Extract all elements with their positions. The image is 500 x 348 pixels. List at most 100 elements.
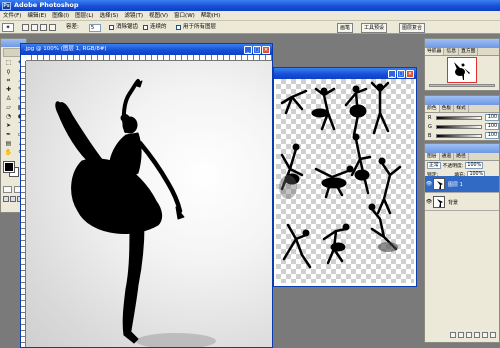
menu-bar: 文件(F) 编辑(E) 图像(I) 图层(L) 选择(S) 滤镜(T) 视图(V) 窗口(W)… [0,11,500,21]
menu-image[interactable]: 图像(I) [49,11,72,21]
menu-select[interactable]: 选择(S) [97,11,122,21]
photoshop-window: Ps Adobe Photoshop 文件(F) 编辑(E) 图像(I) 图层(L) 选… [0,0,500,348]
blend-mode-select[interactable]: 正常 [427,162,441,169]
app-title-bar: Ps Adobe Photoshop [0,0,500,11]
new-selection-icon[interactable] [22,24,29,31]
channel-r-input[interactable]: 100 [485,114,499,121]
antialias-label: 消除锯齿 [116,24,139,30]
document-window-2: _ □ × [273,67,417,287]
menu-filter[interactable]: 滤镜(T) [121,11,146,21]
eye-icon[interactable]: 👁 [425,199,433,205]
document-canvas[interactable] [26,61,272,347]
channel-r-label: R [428,115,432,121]
contiguous-checkbox[interactable] [143,24,148,30]
channel-g-row: G 100 [428,123,499,131]
close-button[interactable]: × [262,45,270,54]
lasso-tool-icon[interactable]: ϙ [3,68,14,76]
layer-buttons [425,332,499,340]
minimize-button[interactable]: _ [244,45,252,54]
standard-mode-icon[interactable] [3,186,12,193]
channel-g-slider[interactable] [436,125,482,129]
link-layers-icon[interactable] [450,332,456,338]
standard-screen-icon[interactable] [3,196,9,202]
notes-tool-icon[interactable]: ▤ [3,140,14,148]
layers-tabs: 图层 通道 路径 [425,153,499,161]
background-layer-thumbnail [433,196,445,208]
maximize-button[interactable]: □ [253,45,261,54]
layer-row-1[interactable]: 👁 图层 1 [425,176,499,193]
full-screen-menu-icon[interactable] [10,196,16,202]
options-bar: ✶ 容差: 5 消除锯齿 连续的 用于所有图层 画笔 工具预设 图层复合 [0,21,500,34]
add-to-selection-icon[interactable] [31,24,38,31]
opacity-input[interactable]: 100% [465,162,484,169]
channel-b-slider[interactable] [436,134,482,138]
layer-1-thumbnail [433,178,445,190]
tab-swatches[interactable]: 色板 [440,105,455,112]
blur-tool-icon[interactable]: ◔ [3,113,14,121]
close-button-2[interactable]: × [406,69,414,78]
transparent-canvas[interactable] [276,79,414,283]
tab-channels[interactable]: 通道 [440,153,455,160]
tab-paths[interactable]: 路径 [454,153,469,160]
healing-brush-icon[interactable]: ✚ [3,86,14,94]
magic-wand-tool-icon[interactable]: ✶ [2,23,14,32]
well-layer-comps[interactable]: 图层复合 [399,22,426,33]
marquee-tool-icon[interactable]: ⬚ [3,59,14,67]
well-brushes[interactable]: 画笔 [337,22,354,33]
layers-panel-header[interactable] [425,144,499,153]
tab-navigator[interactable]: 导航器 [425,48,445,55]
document-window: .jpg @ 100% (图层 1, RGB/8#) _ □ × [20,43,273,348]
clone-stamp-icon[interactable]: ♙ [3,95,14,103]
layer-1-name: 图层 1 [448,181,463,188]
pen-tool-icon[interactable]: ✒ [3,131,14,139]
all-layers-label: 用于所有图层 [183,24,217,30]
tolerance-label: 容差: [66,24,79,30]
hand-tool-icon[interactable]: ✋ [3,149,14,157]
tab-layers[interactable]: 图层 [425,153,440,160]
menu-help[interactable]: 帮助(H) [198,11,223,21]
app-title: Adobe Photoshop [14,1,79,9]
channel-b-input[interactable]: 100 [485,132,499,139]
delete-layer-icon[interactable] [490,332,496,338]
menu-file[interactable]: 文件(F) [0,11,24,21]
ballerina-silhouette [55,79,216,347]
color-panel-header[interactable] [425,96,499,105]
document-2-title-bar[interactable]: _ □ × [274,68,416,79]
well-tool-presets[interactable]: 工具预设 [361,22,388,33]
intersect-selection-icon[interactable] [49,24,56,31]
tolerance-input[interactable]: 5 [89,23,101,32]
new-group-icon[interactable] [474,332,480,338]
menu-window[interactable]: 窗口(W) [171,11,198,21]
maximize-button-2[interactable]: □ [397,69,405,78]
zoom-slider[interactable] [429,84,495,87]
antialias-checkbox[interactable] [109,24,114,30]
add-mask-icon[interactable] [466,332,472,338]
menu-edit[interactable]: 编辑(E) [24,11,49,21]
minimize-button-2[interactable]: _ [388,69,396,78]
channel-g-input[interactable]: 100 [485,123,499,130]
subtract-selection-icon[interactable] [40,24,47,31]
path-select-icon[interactable]: ➤ [3,122,14,130]
document-title-bar[interactable]: .jpg @ 100% (图层 1, RGB/8#) _ □ × [21,44,272,55]
tab-styles[interactable]: 样式 [454,105,469,112]
navigator-thumbnail[interactable] [447,57,477,83]
eraser-tool-icon[interactable]: ▱ [3,104,14,112]
menu-layer[interactable]: 图层(L) [72,11,96,21]
channel-g-label: G [428,124,432,130]
menu-view[interactable]: 视图(V) [146,11,171,21]
layer-style-icon[interactable] [458,332,464,338]
channel-r-slider[interactable] [436,116,482,120]
tab-info[interactable]: 信息 [444,48,460,55]
channel-b-label: B [428,133,432,139]
eye-icon[interactable]: 👁 [425,181,433,187]
new-layer-icon[interactable] [482,332,488,338]
opacity-label: 不透明度: [442,164,464,169]
all-layers-checkbox[interactable] [176,24,181,30]
layer-row-background[interactable]: 👁 背景 [425,194,499,211]
channel-b-row: B 100 [428,132,499,140]
foreground-color-swatch[interactable] [3,161,15,173]
tab-color[interactable]: 颜色 [425,105,440,112]
tab-histogram[interactable]: 直方图 [459,48,479,55]
crop-tool-icon[interactable]: ⌗ [3,77,14,85]
navigator-panel-header[interactable] [425,39,499,48]
